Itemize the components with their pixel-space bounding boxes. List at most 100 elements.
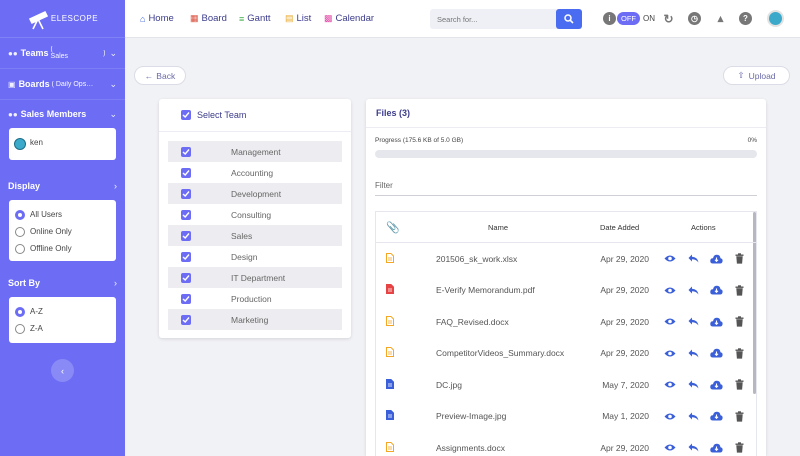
view-button[interactable] — [663, 347, 677, 359]
file-name[interactable]: DC.jpg — [436, 380, 462, 390]
nav-board[interactable]: ▦ Board — [190, 13, 227, 24]
sort-option-az[interactable]: A-Z — [9, 303, 116, 320]
team-row[interactable]: Sales — [168, 225, 342, 246]
help-icon[interactable]: ? — [739, 12, 752, 25]
radio-button[interactable] — [15, 209, 25, 220]
team-row[interactable]: Management — [168, 141, 342, 162]
view-button[interactable] — [663, 379, 677, 391]
reply-button[interactable] — [686, 442, 700, 454]
team-row[interactable]: Design — [168, 246, 342, 267]
display-header[interactable]: Display › — [0, 172, 125, 200]
clock-icon[interactable]: ◷ — [688, 12, 701, 25]
view-button[interactable] — [663, 442, 677, 454]
nav-calendar[interactable]: ▩ Calendar — [324, 13, 374, 24]
nav-gantt[interactable]: ≡ Gantt — [239, 13, 271, 24]
radio-button[interactable] — [15, 226, 25, 237]
view-button[interactable] — [663, 410, 677, 422]
column-name[interactable]: Name — [488, 223, 508, 232]
display-option-all[interactable]: All Users — [9, 206, 116, 223]
team-checkbox[interactable] — [181, 314, 191, 325]
cloud-download-button[interactable] — [709, 316, 723, 328]
team-row[interactable]: Consulting — [168, 204, 342, 225]
trash-button[interactable] — [732, 442, 746, 454]
radio-button[interactable] — [15, 243, 25, 254]
cloud-download-button[interactable] — [709, 379, 723, 391]
back-button[interactable]: ← Back — [134, 66, 186, 85]
members-header[interactable]: ●● Sales Members ⌄ — [0, 100, 125, 128]
trash-button[interactable] — [732, 379, 746, 391]
select-team-header[interactable]: Select Team — [159, 99, 351, 132]
upload-button[interactable]: ⇧ Upload — [723, 66, 790, 85]
sort-option-za[interactable]: Z-A — [9, 320, 116, 337]
cloud-download-button[interactable] — [709, 347, 723, 359]
sortby-header[interactable]: Sort By › — [0, 269, 125, 297]
file-name[interactable]: CompetitorVideos_Summary.docx — [436, 348, 564, 358]
cloud-download-button[interactable] — [709, 442, 723, 454]
table-row[interactable]: 201506_sk_work.xlsx Apr 29, 2020 — [376, 243, 756, 275]
info-icon[interactable]: i — [603, 12, 616, 25]
view-button[interactable] — [663, 284, 677, 296]
boards-selector[interactable]: ▣ Boards ( Daily Ops… ⌄ — [0, 69, 125, 100]
reply-button[interactable] — [686, 316, 700, 328]
select-all-checkbox[interactable] — [181, 110, 191, 120]
search-button[interactable] — [556, 9, 582, 29]
search-input[interactable] — [430, 9, 554, 29]
user-avatar[interactable] — [767, 10, 784, 27]
file-name[interactable]: E-Verify Memorandum.pdf — [436, 285, 535, 295]
file-name[interactable]: 201506_sk_work.xlsx — [436, 254, 517, 264]
filter-input[interactable]: Filter — [375, 178, 757, 196]
reply-button[interactable] — [686, 410, 700, 422]
table-row[interactable]: CompetitorVideos_Summary.docx Apr 29, 202… — [376, 338, 756, 370]
member-item[interactable]: ken — [9, 128, 116, 160]
team-checkbox[interactable] — [181, 146, 191, 157]
view-button[interactable] — [663, 316, 677, 328]
reply-button[interactable] — [686, 284, 700, 296]
radio-button[interactable] — [15, 323, 25, 334]
display-option-online[interactable]: Online Only — [9, 223, 116, 240]
file-name[interactable]: FAQ_Revised.docx — [436, 317, 509, 327]
nav-home[interactable]: ⌂ Home — [140, 13, 174, 24]
trash-button[interactable] — [732, 316, 746, 328]
table-row[interactable]: Preview-Image.jpg May 1, 2020 — [376, 401, 756, 433]
team-row[interactable]: Development — [168, 183, 342, 204]
app-logo[interactable]: ELESCOPE — [0, 0, 125, 38]
view-button[interactable] — [663, 253, 677, 265]
display-option-offline[interactable]: Offline Only — [9, 240, 116, 257]
team-row[interactable]: Marketing — [168, 309, 342, 330]
team-checkbox[interactable] — [181, 188, 191, 199]
team-checkbox[interactable] — [181, 209, 191, 220]
file-name[interactable]: Preview-Image.jpg — [436, 411, 506, 421]
table-row[interactable]: E-Verify Memorandum.pdf Apr 29, 2020 — [376, 275, 756, 307]
reply-button[interactable] — [686, 253, 700, 265]
file-name[interactable]: Assignments.docx — [436, 443, 505, 453]
table-row[interactable]: FAQ_Revised.docx Apr 29, 2020 — [376, 306, 756, 338]
reply-button[interactable] — [686, 379, 700, 391]
status-toggle[interactable]: OFF ON — [617, 12, 655, 25]
trash-button[interactable] — [732, 410, 746, 422]
cloud-download-button[interactable] — [709, 284, 723, 296]
team-row[interactable]: IT Department — [168, 267, 342, 288]
reply-button[interactable] — [686, 347, 700, 359]
team-checkbox[interactable] — [181, 167, 191, 178]
radio-button[interactable] — [15, 306, 25, 317]
teams-selector[interactable]: ●● Teams ( Sales ) ⌄ — [0, 38, 125, 69]
refresh-icon[interactable]: ↻ — [662, 12, 675, 26]
column-date[interactable]: Date Added — [600, 223, 639, 232]
collapse-sidebar-button[interactable]: ‹ — [51, 359, 74, 382]
team-checkbox[interactable] — [181, 230, 191, 241]
cloud-download-button[interactable] — [709, 410, 723, 422]
trash-button[interactable] — [732, 253, 746, 265]
trash-button[interactable] — [732, 347, 746, 359]
team-checkbox[interactable] — [181, 293, 191, 304]
cloud-download-button[interactable] — [709, 253, 723, 265]
team-row[interactable]: Production — [168, 288, 342, 309]
nav-list[interactable]: ▤ List — [285, 13, 311, 24]
team-row[interactable]: Accounting — [168, 162, 342, 183]
team-checkbox[interactable] — [181, 251, 191, 262]
bell-icon[interactable]: ▴ — [714, 12, 727, 25]
trash-button[interactable] — [732, 284, 746, 296]
team-checkbox[interactable] — [181, 272, 191, 283]
table-row[interactable]: DC.jpg May 7, 2020 — [376, 369, 756, 401]
cloud-download-icon — [709, 317, 723, 327]
table-row[interactable]: Assignments.docx Apr 29, 2020 — [376, 432, 756, 456]
